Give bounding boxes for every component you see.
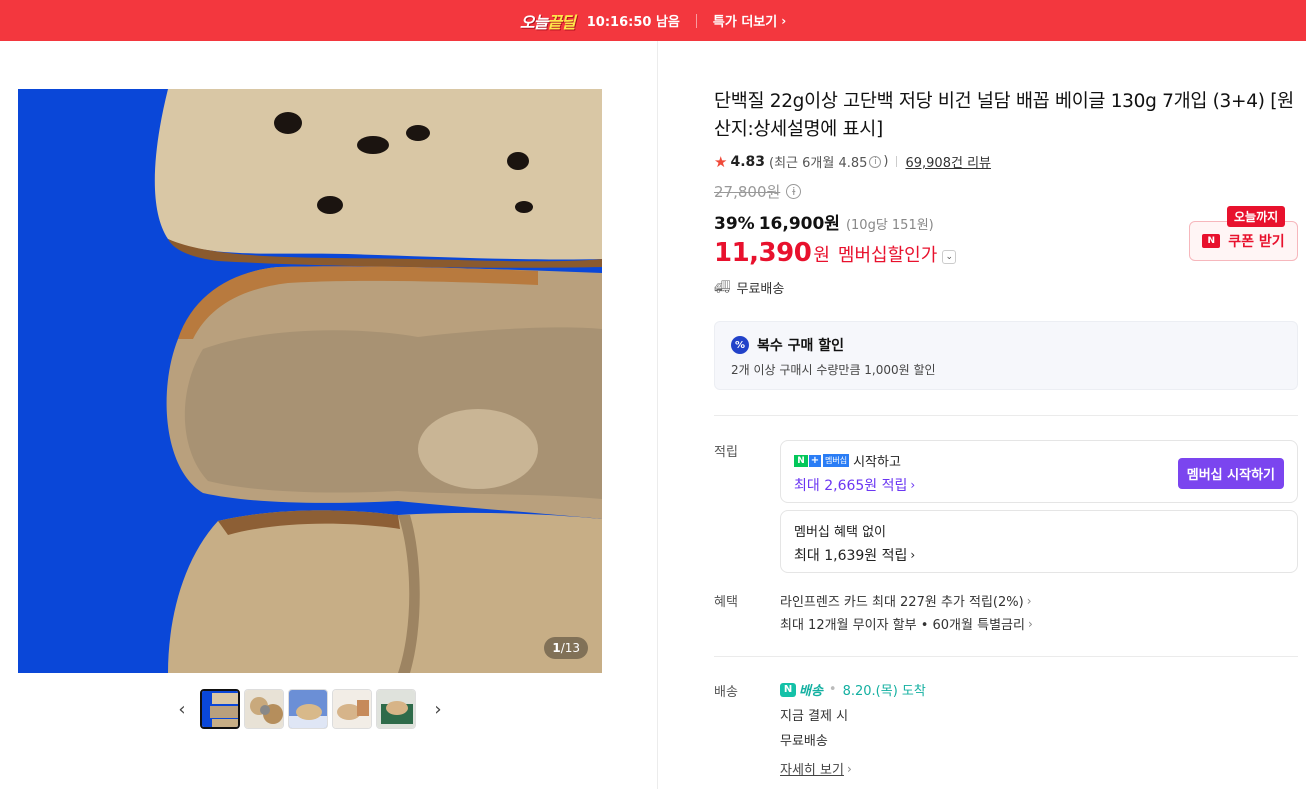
coupon-label: 쿠폰 받기 xyxy=(1228,234,1285,250)
coupon-deadline-badge: 오늘까지 xyxy=(1227,206,1286,227)
sale-price: 16,900원 xyxy=(758,214,840,234)
chevron-right-icon: › xyxy=(781,13,787,28)
naver-n-icon: N xyxy=(1202,234,1221,248)
column-divider xyxy=(657,41,658,789)
today-deal-logo: 오늘끝딜 xyxy=(519,12,576,32)
rating-row: ★ 4.83 (최근 6개월 4.85 i ) 69,908건 리뷰 xyxy=(714,152,1298,172)
membership-points-box: N + 멤버십 시작하고 최대 2,665원 적립 › 멤버십 시작하기 xyxy=(780,440,1298,503)
discount-rate: 39% xyxy=(714,214,755,234)
delivery-label: 배송 xyxy=(714,685,738,700)
rating-divider xyxy=(896,156,898,167)
original-price-row: 27,800원 i xyxy=(714,181,1298,202)
delivery-detail-link[interactable]: 자세히 보기 › xyxy=(780,759,926,779)
chevron-right-icon: › xyxy=(1027,616,1033,631)
thumbnail-image xyxy=(377,690,415,728)
thumbnail-4[interactable] xyxy=(332,689,372,729)
original-price: 27,800원 xyxy=(714,183,781,201)
thumbnail-2[interactable] xyxy=(244,689,284,729)
recent-rating: (최근 6개월 4.85 xyxy=(769,156,868,171)
chevron-down-icon[interactable]: ⌄ xyxy=(942,250,957,264)
multi-discount-title: 복수 구매 할인 xyxy=(757,338,845,354)
section-divider xyxy=(714,656,1298,657)
benefits-label: 혜택 xyxy=(714,595,738,610)
naver-plus-membership-icon: N + 멤버십 xyxy=(794,454,850,467)
price-info-icon[interactable]: i xyxy=(786,184,802,199)
thumbnail-strip: ‹ › xyxy=(170,688,450,730)
chevron-left-icon: ‹ xyxy=(178,698,186,720)
deal-banner: 오늘끝딜 10:16:50 남음 특가 더보기 › xyxy=(0,0,1306,41)
chevron-right-icon: › xyxy=(846,761,852,776)
thumbnail-5[interactable] xyxy=(376,689,416,729)
unit-price: (10g당 151원) xyxy=(845,218,934,233)
truck-icon: 🚚︎ xyxy=(714,280,731,295)
deal-timer: 10:16:50 남음 xyxy=(586,15,680,30)
installment-benefit-link[interactable]: 최대 12개월 무이자 할부 • 60개월 특별금리 › xyxy=(780,614,1033,634)
thumbnail-image xyxy=(202,691,238,727)
thumbnail-image xyxy=(245,690,283,728)
free-shipping-text: 무료배송 xyxy=(780,734,828,749)
review-count-link[interactable]: 69,908건 리뷰 xyxy=(905,152,991,171)
delivery-date: 8.20.(목) 도착 xyxy=(842,684,926,699)
prev-thumbnail-button[interactable]: ‹ xyxy=(170,689,194,729)
thumbnail-image xyxy=(289,690,327,728)
thumbnail-1[interactable] xyxy=(200,689,240,729)
rating-value: 4.83 xyxy=(730,153,765,170)
points-label: 적립 xyxy=(714,445,738,460)
nonmember-points-box: 멤버십 혜택 없이 최대 1,639원 적립 › xyxy=(780,510,1298,573)
member-price-unit: 원 xyxy=(813,245,830,266)
start-membership-button[interactable]: 멤버십 시작하기 xyxy=(1177,458,1284,489)
member-price: 11,390 xyxy=(714,238,812,268)
banner-divider xyxy=(695,13,697,28)
multi-purchase-discount: % 복수 구매 할인 2개 이상 구매시 수량만큼 1,000원 할인 xyxy=(714,321,1298,390)
thumbnail-image xyxy=(333,690,371,728)
n-delivery-icon: N xyxy=(780,682,796,697)
card-benefit-link[interactable]: 라인프렌즈 카드 최대 227원 추가 적립(2%) › xyxy=(780,591,1032,611)
chevron-right-icon: › xyxy=(910,478,916,492)
coupon-button[interactable]: N 쿠폰 받기 xyxy=(1189,221,1298,261)
multi-discount-desc: 2개 이상 구매시 수량만큼 1,000원 할인 xyxy=(731,363,936,377)
thumbnail-3[interactable] xyxy=(288,689,328,729)
product-main-image[interactable]: 1/13 xyxy=(18,89,602,673)
n-delivery-text: 배송 xyxy=(799,684,823,699)
member-price-label: 멤버십할인가 xyxy=(837,245,938,266)
star-icon: ★ xyxy=(714,152,728,171)
member-start-text: 시작하고 xyxy=(853,455,901,470)
chevron-right-icon: › xyxy=(434,698,442,720)
chevron-right-icon: › xyxy=(1026,593,1032,608)
delivery-info: N 배송 • 8.20.(목) 도착 지금 결제 시 무료배송 자세히 보기 › xyxy=(780,680,926,778)
percent-icon: % xyxy=(731,336,749,354)
shipping-row: 🚚︎ 무료배송 xyxy=(714,278,784,297)
nonmember-max-points-link[interactable]: 최대 1,639원 적립 › xyxy=(794,545,1284,565)
dot-separator: • xyxy=(828,682,837,697)
shipping-text: 무료배송 xyxy=(736,282,785,297)
bagel-photo xyxy=(18,89,602,673)
chevron-right-icon: › xyxy=(910,548,916,562)
product-title: 단백질 22g이상 고단백 저당 비건 널담 배꼽 베이글 130g 7개입 (… xyxy=(714,91,1294,140)
more-deals-link[interactable]: 특가 더보기 › xyxy=(713,11,787,31)
next-thumbnail-button[interactable]: › xyxy=(426,689,450,729)
info-icon[interactable]: i xyxy=(869,155,882,168)
nonmember-title: 멤버십 혜택 없이 xyxy=(794,525,886,540)
image-counter: 1/13 xyxy=(544,637,588,659)
pay-now-text: 지금 결제 시 xyxy=(780,709,849,724)
recent-rating-close: ) xyxy=(883,154,889,169)
section-divider xyxy=(714,415,1298,416)
